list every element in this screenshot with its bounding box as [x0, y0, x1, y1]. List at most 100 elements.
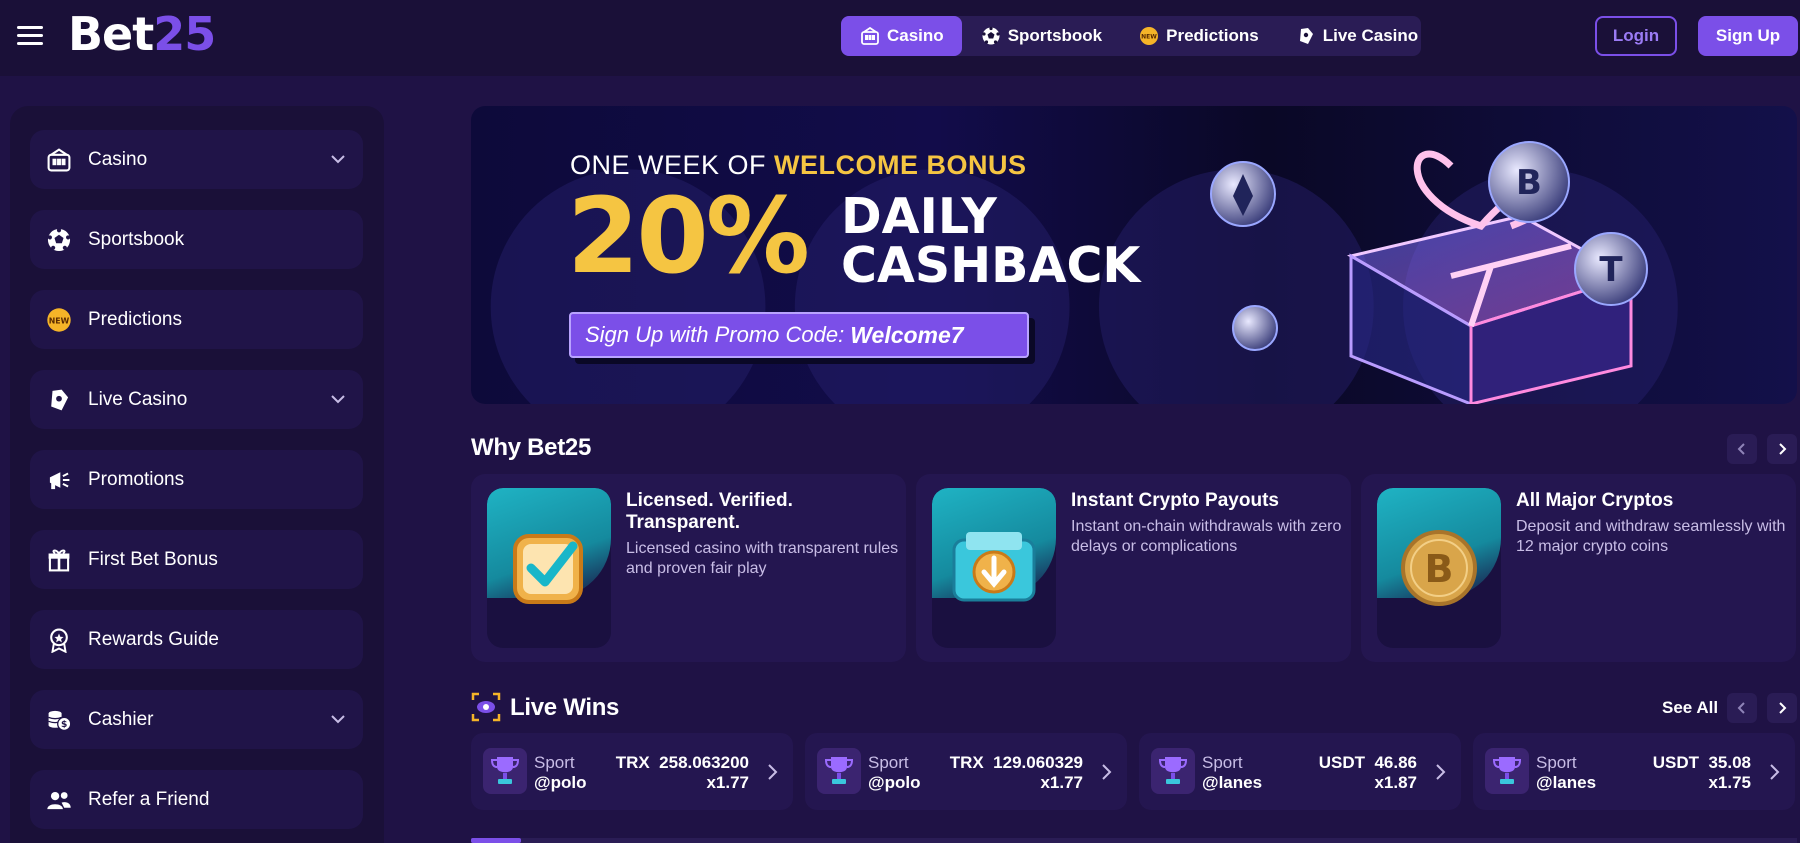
win-type: Sport	[1202, 753, 1243, 772]
sidebar-item-label: Live Casino	[88, 388, 188, 410]
live-wins-prev-button[interactable]	[1727, 693, 1757, 723]
signup-button[interactable]: Sign Up	[1698, 16, 1798, 56]
topnav-casino-label: Casino	[887, 26, 944, 45]
win-value: 258.063200	[659, 753, 749, 772]
live-wins-title: Live Wins	[510, 694, 620, 721]
win-multiplier: x1.87	[1374, 773, 1417, 792]
win-currency: USDT	[1318, 753, 1365, 772]
trophy-icon	[1151, 748, 1195, 794]
why-section-title: Why Bet25	[471, 434, 591, 461]
sidebar-item-refer-a-friend[interactable]: Refer a Friend	[30, 770, 363, 829]
win-value: 46.86	[1374, 753, 1417, 772]
why-card-all-cryptos: B All Major Cryptos Deposit and withdraw…	[1361, 474, 1796, 662]
trophy-icon	[817, 748, 861, 794]
casino-icon	[859, 25, 881, 47]
award-icon	[44, 625, 74, 655]
win-amount: USDT 46.86	[1319, 753, 1417, 773]
win-value: 35.08	[1708, 753, 1751, 772]
chevron-right-icon	[1102, 764, 1112, 780]
svg-text:T: T	[1599, 250, 1623, 290]
live-wins-next-button[interactable]	[1767, 693, 1797, 723]
coins-icon: $	[44, 705, 74, 735]
login-button[interactable]: Login	[1595, 16, 1677, 56]
win-username: @polo	[868, 773, 921, 792]
promo-code-box[interactable]: Sign Up with Promo Code: Welcome7	[569, 312, 1029, 358]
live-win-card[interactable]: Sport @lanes USDT 46.86 x1.87	[1139, 733, 1461, 810]
svg-text:B: B	[1425, 547, 1454, 591]
sidebar-item-casino[interactable]: Casino	[30, 130, 363, 189]
megaphone-icon	[44, 465, 74, 495]
wallet-icon	[952, 532, 1036, 602]
sidebar-item-label: Rewards Guide	[88, 628, 219, 650]
eye-icon	[471, 692, 501, 722]
chevron-down-icon[interactable]	[329, 710, 347, 728]
topnav-predictions-label: Predictions	[1166, 26, 1259, 45]
topnav-predictions[interactable]: NEW Predictions	[1120, 16, 1277, 56]
why-card-description: Deposit and withdraw seamlessly with 12 …	[1516, 518, 1786, 555]
win-type: Sport	[868, 753, 909, 772]
chevron-left-icon	[1737, 443, 1745, 455]
why-next-button[interactable]	[1767, 434, 1797, 464]
top-bar: Bet25 Casino Sportsbook NEW Predictions …	[0, 0, 1800, 76]
live-win-card[interactable]: Sport @polo TRX 258.063200 x1.77	[471, 733, 793, 810]
topnav-sportsbook[interactable]: Sportsbook	[962, 16, 1120, 56]
hamburger-menu-icon[interactable]	[17, 26, 43, 46]
chevron-down-icon[interactable]	[329, 150, 347, 168]
see-all-link[interactable]: See All	[1662, 698, 1718, 718]
chevron-right-icon	[1779, 443, 1787, 455]
sidebar-item-promotions[interactable]: Promotions	[30, 450, 363, 509]
why-card-description: Instant on-chain withdrawals with zero d…	[1071, 518, 1342, 555]
sidebar-item-label: Casino	[88, 148, 148, 170]
sidebar-item-live-casino[interactable]: Live Casino	[30, 370, 363, 429]
logo[interactable]: Bet25	[68, 7, 216, 61]
banner-cashback: CASHBACK	[841, 237, 1141, 294]
top-navigation: Casino Sportsbook NEW Predictions Live C…	[841, 16, 1421, 56]
win-multiplier: x1.77	[1040, 773, 1083, 792]
trophy-icon	[1485, 748, 1529, 794]
sidebar-item-rewards-guide[interactable]: Rewards Guide	[30, 610, 363, 669]
banner-daily: DAILY	[841, 188, 997, 245]
new-badge-icon: NEW	[44, 305, 74, 335]
why-card-icon-box: B	[1377, 488, 1501, 648]
live-win-card[interactable]: Sport @polo TRX 129.060329 x1.77	[805, 733, 1127, 810]
win-multiplier: x1.77	[706, 773, 749, 792]
next-section-edge	[471, 838, 1797, 843]
sidebar-item-label: Predictions	[88, 308, 182, 330]
win-amount: TRX 258.063200	[616, 753, 749, 773]
promo-banner[interactable]: ●●●● B T ONE WEEK OF WELCOME BONUS 20% D…	[471, 106, 1797, 404]
why-card-icon-box	[932, 488, 1056, 648]
svg-text:$: $	[61, 720, 67, 730]
why-prev-button[interactable]	[1727, 434, 1757, 464]
win-amount: USDT 35.08	[1653, 753, 1751, 773]
sidebar-item-label: Cashier	[88, 708, 154, 730]
gift-box-illustration: B T	[1210, 141, 1648, 404]
win-type: Sport	[1536, 753, 1577, 772]
logo-text-part2: 25	[153, 7, 216, 61]
bitcoin-icon: B	[1401, 530, 1477, 606]
svg-text:NEW: NEW	[49, 316, 70, 325]
sidebar-item-label: Promotions	[88, 468, 185, 490]
chevron-left-icon	[1737, 702, 1745, 714]
banner-percent: 20%	[567, 175, 810, 297]
new-badge-icon: NEW	[1138, 25, 1160, 47]
why-card-title: Licensed. Verified. Transparent.	[626, 490, 793, 533]
win-type: Sport	[534, 753, 575, 772]
chevron-right-icon	[1436, 764, 1446, 780]
sidebar-item-sportsbook[interactable]: Sportsbook	[30, 210, 363, 269]
topnav-sportsbook-label: Sportsbook	[1007, 26, 1103, 45]
win-username: @polo	[534, 773, 587, 792]
sidebar-item-cashier[interactable]: $ Cashier	[30, 690, 363, 749]
topnav-live-casino[interactable]: Live Casino	[1277, 16, 1436, 56]
topnav-casino[interactable]: Casino	[841, 16, 962, 56]
win-username: @lanes	[1202, 773, 1263, 792]
why-card-description: Licensed casino with transparent rules a…	[626, 540, 899, 577]
live-casino-icon	[44, 385, 74, 415]
sidebar-item-first-bet-bonus[interactable]: First Bet Bonus	[30, 530, 363, 589]
banner-headline-highlight: WELCOME BONUS	[774, 150, 1027, 180]
chevron-down-icon[interactable]	[329, 390, 347, 408]
win-currency: USDT	[1652, 753, 1699, 772]
why-card-title: All Major Cryptos	[1516, 490, 1674, 511]
live-win-card[interactable]: Sport @lanes USDT 35.08 x1.75	[1473, 733, 1795, 810]
win-value: 129.060329	[993, 753, 1083, 772]
sidebar-item-predictions[interactable]: NEW Predictions	[30, 290, 363, 349]
